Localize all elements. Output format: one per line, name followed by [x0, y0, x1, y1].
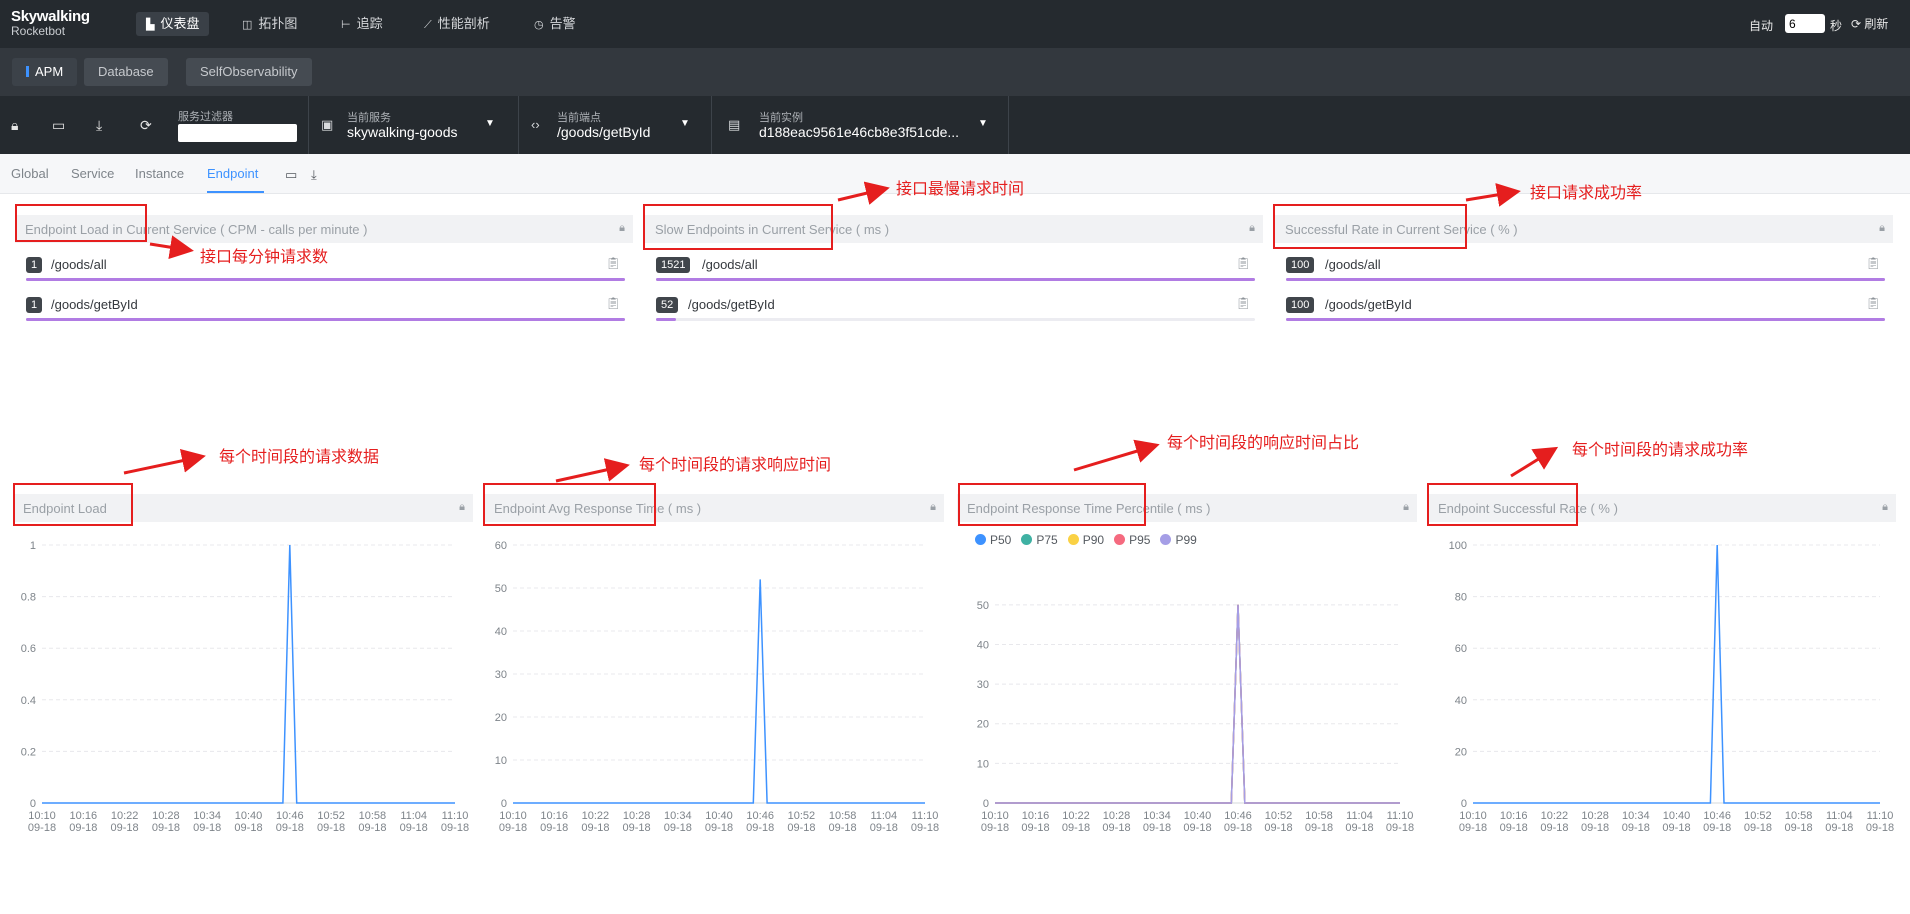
- arrow-load-time: [123, 448, 206, 475]
- arrow-success-current: [1465, 183, 1521, 207]
- arrow-percentile: [1073, 439, 1160, 472]
- arrow-slow-endpoints: [837, 181, 890, 205]
- arrow-success-time: [1510, 446, 1559, 478]
- arrow-load-current: [149, 235, 194, 260]
- annotation-arrows: [123, 181, 1559, 483]
- arrow-avg-response: [555, 458, 630, 483]
